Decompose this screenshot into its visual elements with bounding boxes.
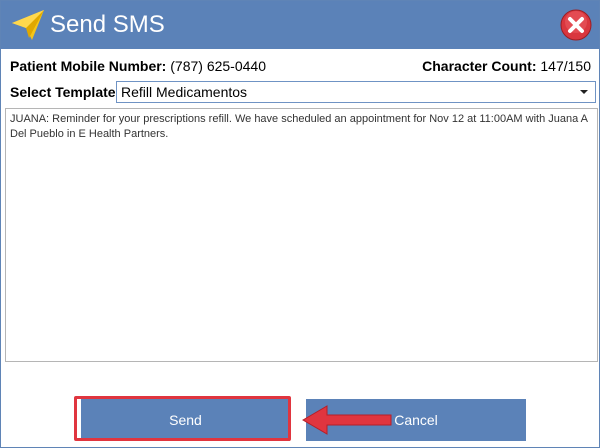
info-row: Patient Mobile Number: (787) 625-0440 Ch… bbox=[10, 57, 591, 75]
cancel-button[interactable]: Cancel bbox=[306, 399, 526, 441]
close-icon[interactable] bbox=[560, 9, 592, 41]
template-row: Select Template: Refill Medicamentos bbox=[10, 81, 596, 103]
chevron-down-icon[interactable] bbox=[580, 90, 588, 94]
paper-plane-icon bbox=[12, 10, 44, 40]
character-count-value: 147/150 bbox=[540, 58, 591, 74]
template-label: Select Template: bbox=[10, 84, 121, 100]
template-select[interactable]: Refill Medicamentos bbox=[116, 81, 596, 103]
send-sms-dialog: Send SMS Patient Mobile Number: (787) 62… bbox=[0, 0, 600, 448]
character-count-label: Character Count: bbox=[422, 58, 537, 74]
template-selected-value: Refill Medicamentos bbox=[121, 84, 248, 100]
send-button[interactable]: Send bbox=[81, 399, 290, 441]
patient-mobile-value: (787) 625-0440 bbox=[170, 58, 266, 74]
message-textarea[interactable]: JUANA: Reminder for your prescriptions r… bbox=[5, 108, 598, 362]
patient-mobile: Patient Mobile Number: (787) 625-0440 bbox=[10, 57, 266, 75]
character-count: Character Count: 147/150 bbox=[422, 57, 591, 75]
dialog-title: Send SMS bbox=[50, 11, 165, 38]
title-bar: Send SMS bbox=[1, 1, 599, 49]
patient-mobile-label: Patient Mobile Number: bbox=[10, 58, 167, 74]
